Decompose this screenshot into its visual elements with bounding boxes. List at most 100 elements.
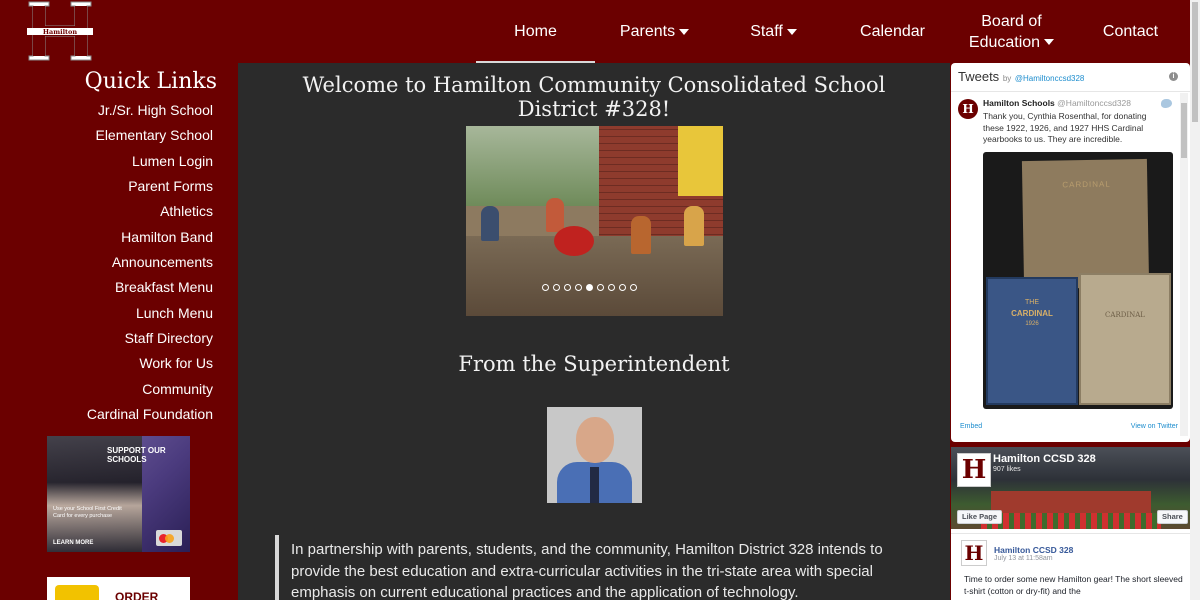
nav-board-of-education[interactable]: Board of Education — [952, 0, 1071, 63]
view-on-twitter-link[interactable]: View on Twitter — [1131, 423, 1178, 430]
top-navigation-bar: Hamilton Home Parents Staff Calendar Boa… — [0, 0, 1200, 64]
superintendent-photo — [547, 407, 642, 503]
post-date[interactable]: July 13 at 11:58am — [994, 555, 1053, 562]
cover-flowers — [981, 513, 1161, 529]
quick-link-lumen-login[interactable]: Lumen Login — [132, 153, 213, 169]
slideshow-dot[interactable] — [564, 284, 571, 291]
nav-parents[interactable]: Parents — [595, 0, 714, 63]
slideshow-dot[interactable] — [630, 284, 637, 291]
nav-staff-label: Staff — [750, 23, 783, 40]
twitter-header: Tweets by @Hamiltonccsd328 — [958, 69, 1084, 84]
page-scrollbar-thumb[interactable] — [1192, 2, 1198, 122]
yearbook-1926-the: THE — [1025, 299, 1039, 306]
slideshow-dot[interactable] — [542, 284, 549, 291]
slide-child — [631, 216, 651, 254]
slideshow-dot[interactable] — [553, 284, 560, 291]
nav-contact-label: Contact — [1102, 23, 1159, 40]
like-page-button[interactable]: Like Page — [957, 510, 1003, 524]
quote-border — [275, 535, 279, 600]
scrollbar-thumb[interactable] — [1181, 103, 1187, 158]
quick-link-elementary-school[interactable]: Elementary School — [95, 127, 213, 143]
nav-home[interactable]: Home — [476, 0, 595, 63]
welcome-heading: Welcome to Hamilton Community Consolidat… — [302, 73, 886, 121]
yearbook-1927-title: CARDINAL — [1105, 311, 1145, 319]
yearbook-1922: CARDINAL — [1021, 158, 1150, 290]
info-icon[interactable]: i — [1169, 72, 1178, 81]
tweet-author-handle: @Hamiltonccsd328 — [1057, 98, 1131, 108]
mastercard-icon — [156, 530, 182, 546]
twitter-timeline-widget: Tweets by @Hamiltonccsd328 i H Hamilton … — [951, 63, 1190, 442]
nav-board-label-line1: Board of — [981, 12, 1042, 30]
quick-link-jr-sr-high-school[interactable]: Jr./Sr. High School — [98, 102, 213, 118]
twitter-scrollbar[interactable] — [1180, 93, 1188, 436]
facebook-page-name[interactable]: Hamilton CCSD 328 — [993, 453, 1096, 465]
slideshow-dot[interactable] — [575, 284, 582, 291]
quick-link-hamilton-band[interactable]: Hamilton Band — [121, 229, 213, 245]
slide-child — [546, 198, 564, 232]
tweet-text: Thank you, Cynthia Rosenthal, for donati… — [983, 111, 1147, 144]
ad-headline: SUPPORT OUR SCHOOLS — [107, 446, 166, 464]
quick-link-parent-forms[interactable]: Parent Forms — [128, 178, 213, 194]
twitter-embed-link[interactable]: Embed — [960, 423, 982, 430]
caret-down-icon — [1044, 39, 1055, 46]
slide-red-ride — [554, 226, 594, 256]
yearbook-1926: THE CARDINAL 1926 — [986, 277, 1078, 405]
slideshow-pager — [542, 284, 637, 291]
page-scrollbar[interactable] — [1190, 0, 1200, 600]
order-ad-label: ORDER — [115, 590, 159, 600]
post-avatar[interactable]: H — [961, 540, 987, 566]
quick-link-athletics[interactable]: Athletics — [160, 203, 213, 219]
quick-link-breakfast-menu[interactable]: Breakfast Menu — [115, 279, 213, 295]
slideshow-dot[interactable] — [597, 284, 604, 291]
quick-link-community[interactable]: Community — [142, 381, 213, 397]
nav-staff[interactable]: Staff — [714, 0, 833, 63]
share-button[interactable]: Share — [1157, 510, 1188, 524]
twitter-by: by — [1002, 74, 1012, 83]
slide-yellow-slide — [678, 126, 723, 196]
divider — [951, 91, 1190, 92]
post-text: Time to order some new Hamilton gear! Th… — [964, 574, 1183, 596]
slideshow-dot[interactable] — [586, 284, 593, 291]
quick-link-lunch-menu[interactable]: Lunch Menu — [136, 305, 213, 321]
hamilton-logo[interactable]: Hamilton — [25, 0, 95, 62]
slide-background — [466, 126, 601, 206]
nav-contact[interactable]: Contact — [1071, 0, 1190, 63]
tweet-image-yearbooks[interactable]: CARDINAL THE CARDINAL 1926 CARDINAL — [983, 152, 1173, 409]
quick-link-staff-directory[interactable]: Staff Directory — [125, 330, 213, 346]
quick-links-sidebar: Quick Links Jr./Sr. High School Elementa… — [0, 63, 238, 600]
caret-down-icon — [786, 28, 797, 35]
playground-slideshow[interactable] — [466, 126, 723, 316]
facebook-post: H Hamilton CCSD 328 July 13 at 11:58am T… — [951, 533, 1190, 600]
slideshow-dot[interactable] — [608, 284, 615, 291]
facebook-page-logo[interactable]: H — [957, 453, 991, 487]
twitter-handle-link[interactable]: @Hamiltonccsd328 — [1015, 74, 1084, 83]
order-card-icon — [55, 585, 99, 600]
support-our-schools-ad[interactable]: SUPPORT OUR SCHOOLS Use your School Firs… — [47, 436, 190, 552]
yearbook-1927: CARDINAL — [1079, 273, 1171, 405]
caret-down-icon — [679, 28, 690, 35]
quick-link-cardinal-foundation[interactable]: Cardinal Foundation — [87, 406, 213, 422]
post-author[interactable]: Hamilton CCSD 328 — [994, 545, 1073, 555]
slide-child — [481, 206, 499, 241]
nav-calendar[interactable]: Calendar — [833, 0, 952, 63]
facebook-page-widget: H Hamilton CCSD 328 907 likes Like Page … — [951, 447, 1190, 600]
quick-link-work-for-us[interactable]: Work for Us — [139, 355, 213, 371]
nav-board-label-line2: Education — [968, 33, 1041, 51]
slideshow-dot[interactable] — [619, 284, 626, 291]
superintendent-heading: From the Superintendent — [458, 352, 730, 376]
order-ad[interactable]: ORDER — [47, 577, 190, 600]
tweet-avatar[interactable]: H — [958, 99, 978, 119]
quick-links-title: Quick Links — [84, 69, 217, 94]
mission-quote: In partnership with parents, students, a… — [291, 541, 883, 600]
slide-ground — [466, 236, 723, 316]
twitter-bird-icon[interactable] — [1161, 99, 1172, 108]
quick-link-announcements[interactable]: Announcements — [112, 254, 213, 270]
yearbook-1926-title: CARDINAL — [1011, 309, 1053, 318]
yearbook-1922-title: CARDINAL — [1062, 179, 1111, 190]
nav-calendar-label: Calendar — [860, 23, 925, 40]
facebook-like-count: 907 likes — [993, 466, 1021, 473]
slide-child — [684, 206, 704, 246]
tweet-author[interactable]: Hamilton Schools @Hamiltonccsd328 — [983, 98, 1131, 108]
photo-face — [576, 417, 614, 463]
ad-subtext: Use your School First Credit Card for ev… — [53, 506, 122, 519]
